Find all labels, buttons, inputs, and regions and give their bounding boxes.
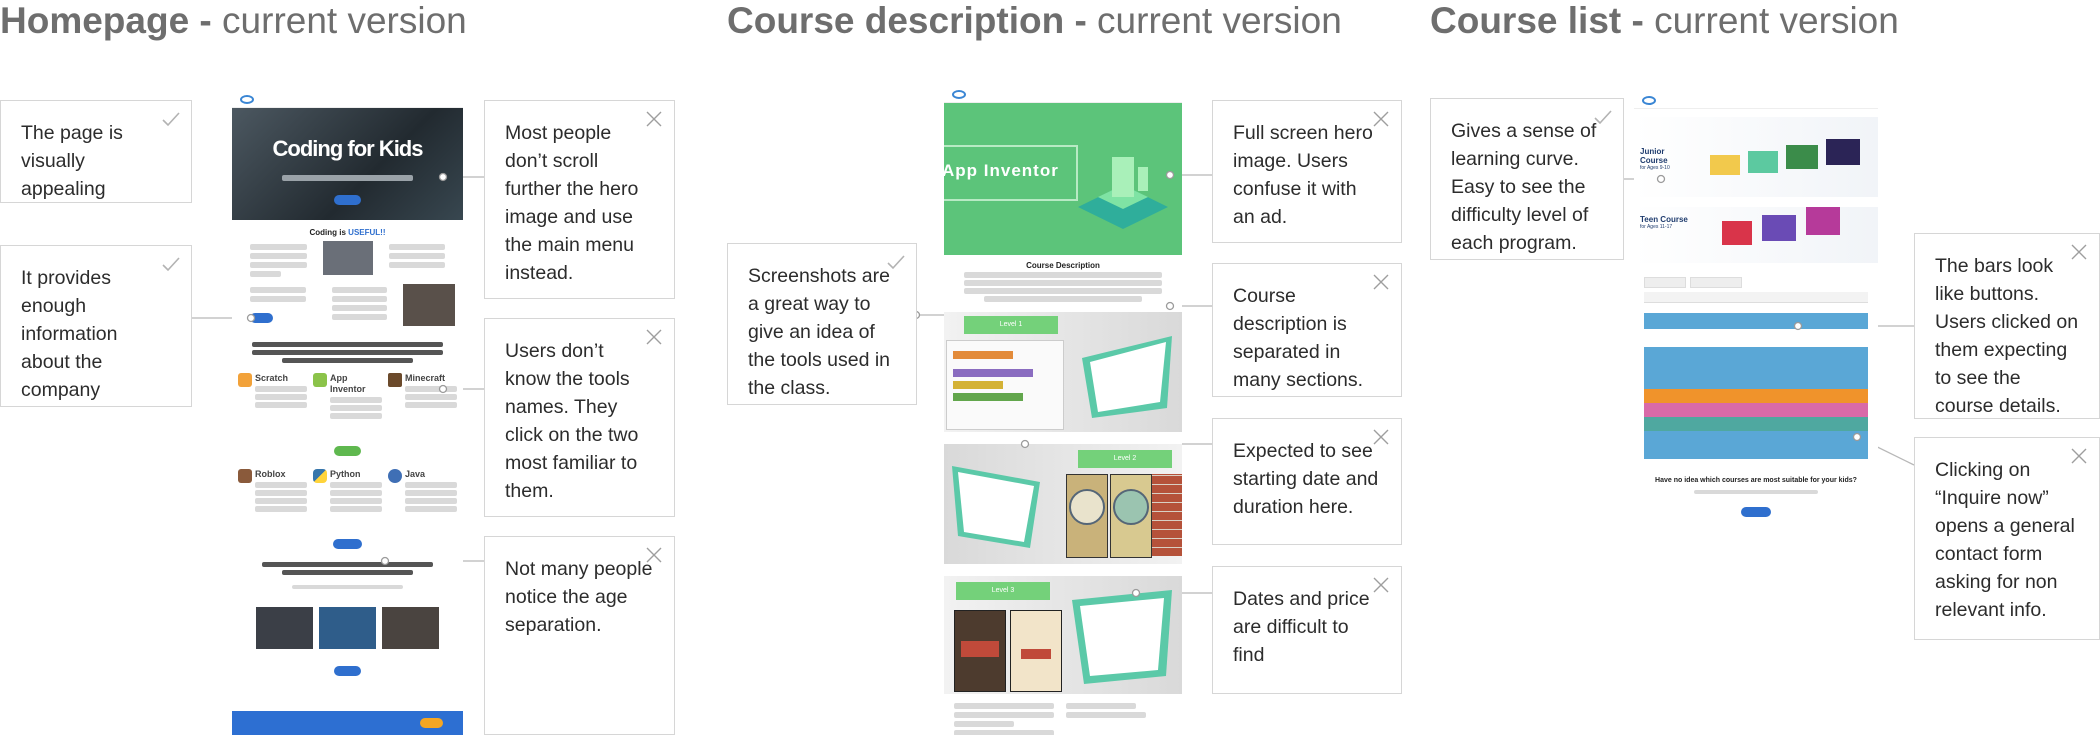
connector-dot (1165, 301, 1175, 311)
note-text: It provides enough information about the… (21, 267, 118, 401)
cross-icon (646, 111, 662, 127)
note-no-scroll: Most people don’t scroll further the her… (484, 100, 675, 299)
connector-dot (438, 384, 448, 394)
cross-icon (2071, 448, 2087, 464)
connector-dot (438, 172, 448, 182)
check-icon (162, 257, 180, 272)
connector-dot (246, 313, 256, 323)
check-icon (887, 255, 905, 270)
cross-icon (1373, 274, 1389, 290)
check-icon (1594, 110, 1612, 125)
cross-icon (1373, 577, 1389, 593)
connector-dot (1020, 439, 1030, 449)
note-text: Clicking on “Inquire now” opens a genera… (1935, 459, 2075, 621)
note-text: Most people don’t scroll further the her… (505, 122, 639, 284)
note-inquire-now: Clicking on “Inquire now” opens a genera… (1914, 437, 2100, 640)
connector-dot (1131, 588, 1141, 598)
connector-dot (1165, 170, 1175, 180)
note-text: Not many people notice the age separatio… (505, 558, 653, 636)
note-visually-appealing: The page is visually appealing (0, 100, 192, 203)
cross-icon (2071, 244, 2087, 260)
note-text: Expected to see starting date and durati… (1233, 440, 1379, 518)
note-bars-look-like-buttons: The bars look like buttons. Users clicke… (1914, 233, 2100, 419)
note-text: Course description is separated in many … (1233, 285, 1364, 391)
cross-icon (1373, 429, 1389, 445)
connector-dot (1852, 432, 1862, 442)
connector-endpoints (246, 170, 1862, 598)
note-tool-names: Users don’t know the tools names. They c… (484, 318, 675, 517)
connector-dot (1793, 321, 1803, 331)
note-text: Gives a sense of learning curve. Easy to… (1451, 120, 1597, 254)
cross-icon (646, 329, 662, 345)
check-icon (162, 112, 180, 127)
connector-dot (380, 556, 390, 566)
note-text: Screenshots are a great way to give an i… (748, 265, 891, 399)
note-text: The bars look like buttons. Users clicke… (1935, 255, 2079, 417)
note-text: Full screen hero image. Users confuse it… (1233, 122, 1373, 228)
cross-icon (1373, 111, 1389, 127)
note-age-separation: Not many people notice the age separatio… (484, 536, 675, 735)
note-text: Dates and price are difficult to find (1233, 588, 1370, 666)
cross-icon (646, 547, 662, 563)
note-separated-sections: Course description is separated in many … (1212, 263, 1402, 397)
note-screenshots: Screenshots are a great way to give an i… (727, 243, 917, 405)
note-text: Users don’t know the tools names. They c… (505, 340, 639, 502)
note-enough-information: It provides enough information about the… (0, 245, 192, 407)
note-learning-curve: Gives a sense of learning curve. Easy to… (1430, 98, 1624, 260)
note-hero-image: Full screen hero image. Users confuse it… (1212, 100, 1402, 243)
note-text: The page is visually appealing (21, 122, 123, 200)
note-starting-date: Expected to see starting date and durati… (1212, 418, 1402, 545)
connector-dot (1656, 174, 1666, 184)
note-dates-price: Dates and price are difficult to find (1212, 566, 1402, 694)
